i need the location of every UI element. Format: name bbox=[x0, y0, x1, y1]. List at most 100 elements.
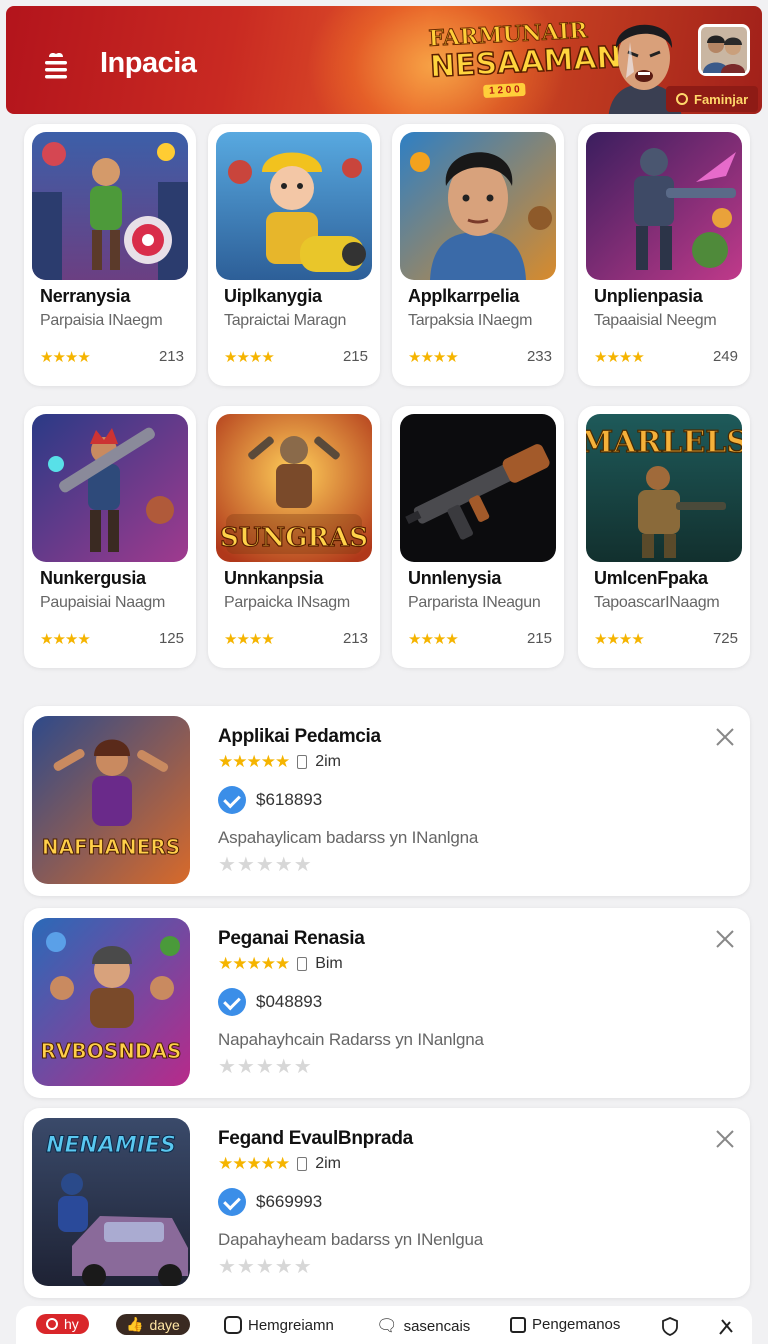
rating-count: 125 bbox=[158, 630, 184, 647]
meta-text: 2im bbox=[315, 1155, 341, 1172]
feature-button-label: Faminjar bbox=[694, 91, 749, 107]
app-thumbnail: SUNGRAS bbox=[216, 414, 372, 562]
thumbnail-logo-text: RVBOSNDAS bbox=[41, 1039, 182, 1063]
close-icon[interactable] bbox=[714, 726, 736, 748]
nav-item-settings-label: Pengemanos bbox=[532, 1316, 621, 1333]
square-icon bbox=[510, 1316, 526, 1333]
nav-item-daily[interactable]: 👍 daye bbox=[116, 1314, 190, 1335]
close-icon[interactable] bbox=[714, 1128, 736, 1150]
feature-button[interactable]: Faminjar bbox=[666, 86, 759, 112]
app-thumbnail bbox=[32, 414, 188, 562]
app-thumbnail: MARLELS bbox=[586, 414, 742, 562]
price-text: $048893 bbox=[256, 992, 323, 1011]
app-title: Unnkanpsia bbox=[224, 568, 324, 588]
nav-item-settings[interactable]: Pengemanos bbox=[510, 1316, 620, 1333]
rating-stars: ★★★★ bbox=[594, 631, 645, 648]
thumbnail-logo-text: NENAMIES bbox=[46, 1133, 176, 1158]
app-card[interactable]: MARLELS UmlcenFpaka TapoascarINaagm ★★★★… bbox=[578, 406, 750, 668]
nav-item-shield[interactable] bbox=[660, 1316, 680, 1336]
target-icon bbox=[46, 1318, 58, 1330]
phone-icon bbox=[297, 957, 308, 971]
banner-logo-line2: NESAAMAN bbox=[428, 39, 623, 85]
app-card[interactable]: Nerranysia Parpaisia INaegm ★★★★ 213 bbox=[24, 124, 196, 386]
app-thumbnail bbox=[400, 132, 556, 280]
rating-count: 215 bbox=[342, 348, 368, 365]
nav-item-home[interactable]: hy bbox=[36, 1314, 89, 1334]
app-card[interactable]: Uiplkanygia Tapraictai Maragn ★★★★ 215 bbox=[208, 124, 380, 386]
app-title: UmlcenFpaka bbox=[594, 568, 708, 588]
app-card[interactable]: SUNGRAS Unnkanpsia Parpaicka INsagm ★★★★… bbox=[208, 406, 380, 668]
list-item[interactable]: NENAMIES Fegand EvaulBnprada ★★★★★ 2im $… bbox=[24, 1108, 750, 1298]
verified-row: $618893 bbox=[218, 786, 322, 814]
app-description: Aspahaylicam badarss yn INanlgna bbox=[218, 828, 479, 847]
nav-item-home-label: hy bbox=[64, 1316, 79, 1332]
nav-item-games-label: Hemgreiamn bbox=[248, 1316, 334, 1334]
phone-icon bbox=[297, 755, 308, 769]
app-title: Nunkergusia bbox=[40, 568, 146, 588]
app-thumbnail: NENAMIES bbox=[32, 1118, 190, 1286]
verified-check-icon bbox=[218, 988, 246, 1016]
app-card[interactable]: Unplienpasia Tapaaisial Neegm ★★★★ 249 bbox=[578, 124, 750, 386]
app-title: Nerranysia bbox=[40, 286, 131, 306]
verified-check-icon bbox=[218, 786, 246, 814]
thumbnail-logo-text: MARLELS bbox=[586, 425, 742, 460]
close-icon[interactable] bbox=[714, 928, 736, 950]
user-rating-stars[interactable]: ★★★★★ bbox=[218, 1254, 313, 1279]
thumbs-up-icon: 👍 bbox=[126, 1316, 144, 1332]
rating-count: 213 bbox=[158, 348, 184, 365]
app-title: Peganai Renasia bbox=[218, 928, 365, 949]
thumbnail-logo-text: NAFHANERS bbox=[42, 835, 180, 859]
rating-stars: ★★★★ bbox=[594, 349, 645, 366]
verified-row: $048893 bbox=[218, 988, 322, 1016]
app-title: Unnlenysia bbox=[408, 568, 502, 588]
chat-bubble-icon: 🗨 bbox=[376, 1316, 398, 1335]
nav-item-games[interactable]: Hemgreiamn bbox=[224, 1316, 334, 1334]
app-subtitle: Tarpaksia INaegm bbox=[408, 312, 533, 329]
nav-item-tools[interactable] bbox=[716, 1316, 736, 1336]
app-subtitle: Tapraictai Maragn bbox=[224, 312, 347, 329]
user-rating-stars[interactable]: ★★★★★ bbox=[218, 1054, 313, 1079]
rating-count: 249 bbox=[712, 348, 738, 365]
price-text: $669993 bbox=[256, 1192, 323, 1211]
app-title: Applkarrpelia bbox=[408, 286, 520, 306]
rating-stars: ★★★★ bbox=[408, 349, 459, 366]
app-subtitle: Parpaisia INaegm bbox=[40, 312, 163, 329]
rating-row: ★★★★★ Bim bbox=[218, 954, 343, 974]
rating-stars: ★★★★ bbox=[408, 631, 459, 648]
banner-logo: FARMUNAIR NESAAMAN 1 2 0 0 bbox=[427, 17, 623, 110]
shield-icon bbox=[662, 1317, 678, 1336]
app-thumbnail bbox=[400, 414, 556, 562]
user-rating-stars[interactable]: ★★★★★ bbox=[218, 852, 313, 877]
app-subtitle: Tapaaisial Neegm bbox=[594, 312, 717, 329]
nav-item-search[interactable]: 🗨 sasencais bbox=[376, 1316, 470, 1336]
app-title: Applikai Pedamcia bbox=[218, 726, 381, 747]
app-title: Uiplkanygia bbox=[224, 286, 322, 306]
app-card[interactable]: Applkarrpelia Tarpaksia INaegm ★★★★ 233 bbox=[392, 124, 564, 386]
rating-count: 213 bbox=[342, 630, 368, 647]
app-subtitle: Parpaicka INsagm bbox=[224, 594, 350, 611]
list-item[interactable]: NAFHANERS Applikai Pedamcia ★★★★★ 2im $6… bbox=[24, 706, 750, 896]
rating-count: 725 bbox=[712, 630, 738, 647]
rating-stars: ★★★★★ bbox=[218, 954, 290, 973]
rating-stars: ★★★★ bbox=[40, 631, 91, 648]
rating-stars: ★★★★★ bbox=[218, 752, 290, 771]
nav-item-daily-label: daye bbox=[149, 1316, 180, 1333]
bottom-navigation: hy 👍 daye Hemgreiamn 🗨 sasencais Pengema… bbox=[16, 1306, 752, 1344]
app-description: Dapahayheam badarss yn INenlgua bbox=[218, 1230, 484, 1249]
app-card[interactable]: Unnlenysia Parparista INeagun ★★★★ 215 bbox=[392, 406, 564, 668]
rating-row: ★★★★★ 2im bbox=[218, 752, 341, 772]
menu-icon[interactable] bbox=[40, 50, 72, 82]
meta-text: 2im bbox=[315, 753, 341, 770]
rating-row: ★★★★★ 2im bbox=[218, 1154, 341, 1174]
verified-row: $669993 bbox=[218, 1188, 322, 1216]
rating-stars: ★★★★ bbox=[224, 349, 275, 366]
app-description: Napahayhcain Radarss yn INanlgna bbox=[218, 1030, 484, 1049]
avatar-icon bbox=[701, 27, 747, 73]
user-avatar-button[interactable] bbox=[698, 24, 750, 76]
app-card[interactable]: Nunkergusia Paupaisiai Naagm ★★★★ 125 bbox=[24, 406, 196, 668]
app-thumbnail bbox=[216, 132, 372, 280]
thumbnail-logo-text: SUNGRAS bbox=[220, 523, 368, 553]
list-item[interactable]: RVBOSNDAS Peganai Renasia ★★★★★ Bim $048… bbox=[24, 908, 750, 1098]
phone-icon bbox=[297, 1157, 308, 1171]
tools-icon bbox=[719, 1319, 733, 1335]
